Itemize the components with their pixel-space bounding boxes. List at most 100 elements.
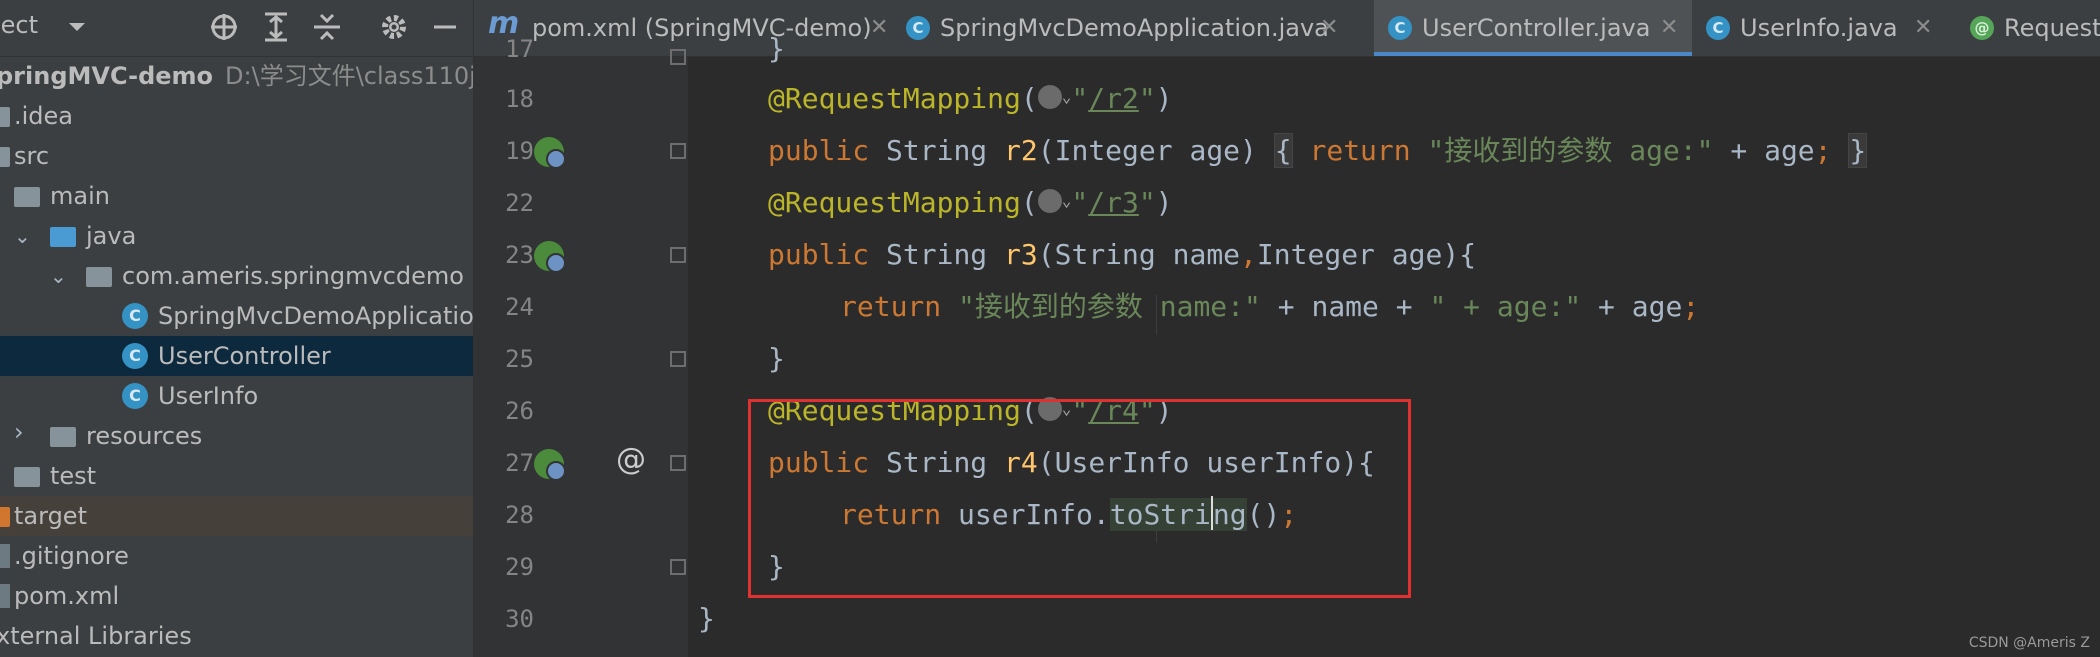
tree-item-src[interactable]: src — [0, 136, 473, 176]
tree-item-label: SpringMvcDemoApplication — [158, 302, 474, 330]
tree-item-label: resources — [86, 422, 203, 450]
chevron-down-icon[interactable]: ⌄ — [14, 216, 31, 256]
tree-item-userinfo[interactable]: C UserInfo — [0, 376, 473, 416]
collapse-all-icon[interactable] — [310, 10, 344, 44]
folder-icon — [0, 147, 10, 167]
tree-item-label: target — [14, 502, 87, 530]
fold-start-icon[interactable] — [670, 455, 686, 471]
tree-item-label: src — [14, 142, 50, 170]
project-root[interactable]: pringMVC-demo D:\学习文件\class110jav — [0, 56, 473, 96]
tree-item-label: UserController — [158, 342, 331, 370]
tree-item-springmvcdemoapplication[interactable]: C SpringMvcDemoApplication — [0, 296, 473, 336]
tree-item-label: pom.xml — [14, 582, 120, 610]
spring-web-endpoint-icon[interactable] — [534, 137, 566, 169]
minimize-icon[interactable] — [428, 10, 462, 44]
annotation-gutter-icon[interactable]: @ — [616, 442, 646, 477]
tree-item-target[interactable]: target — [0, 496, 473, 536]
globe-icon[interactable] — [1037, 189, 1062, 213]
tab-pom-xml[interactable]: m pom.xml (SpringMVC-demo) ✕ — [474, 0, 892, 56]
close-icon[interactable]: ✕ — [1320, 0, 1338, 56]
tree-item-java[interactable]: ⌄ java — [0, 216, 473, 256]
tab-usercontroller[interactable]: C UserController.java ✕ — [1374, 0, 1692, 56]
tab-label: RequestM — [2004, 14, 2100, 42]
folded-region[interactable]: } — [1848, 133, 1868, 168]
code-line-23: public String r3(String name,Integer age… — [768, 238, 1477, 271]
maven-icon — [0, 584, 10, 608]
package-icon — [86, 267, 112, 287]
spring-class-icon: C — [906, 16, 930, 40]
annotation-icon: @ — [1970, 16, 1994, 40]
code-line-30: } — [698, 602, 715, 635]
line-number: 18 — [505, 85, 534, 113]
code-line-24: return "接收到的参数 name:" + name + " + age:"… — [840, 290, 1700, 323]
code-line-17: } — [768, 32, 785, 65]
close-icon[interactable]: ✕ — [1660, 0, 1678, 56]
tree-item-label: test — [50, 462, 97, 490]
tab-userinfo[interactable]: C UserInfo.java ✕ — [1692, 0, 1942, 56]
fold-end-icon[interactable] — [670, 49, 686, 65]
folder-icon — [14, 467, 40, 487]
tree-item-package[interactable]: ⌄ com.ameris.springmvcdemo — [0, 256, 473, 296]
folder-icon — [50, 227, 76, 247]
fold-end-icon[interactable] — [670, 351, 686, 367]
mapping-link-r3[interactable]: /r3 — [1088, 186, 1139, 219]
spring-class-icon: C — [122, 303, 148, 329]
chevron-down-icon[interactable] — [60, 10, 94, 44]
line-number: 23 — [505, 241, 534, 269]
mapping-link-r2[interactable]: /r2 — [1088, 82, 1139, 115]
tab-springmvcdemoapplication[interactable]: C SpringMvcDemoApplication.java ✕ — [892, 0, 1348, 56]
tab-label: pom.xml (SpringMVC-demo) — [532, 14, 872, 42]
close-icon[interactable]: ✕ — [870, 0, 888, 56]
line-number: 25 — [505, 345, 534, 373]
tree-item-pom[interactable]: pom.xml — [0, 576, 473, 616]
spring-web-endpoint-icon[interactable] — [534, 241, 566, 273]
code-line-19: public String r2(Integer age) { return "… — [768, 133, 1868, 168]
tree-item-test[interactable]: test — [0, 456, 473, 496]
line-number: 27 — [505, 449, 534, 477]
tree-item-external-libraries[interactable]: xternal Libraries — [0, 616, 473, 656]
project-root-path: D:\学习文件\class110jav — [225, 62, 473, 90]
tree-item-main[interactable]: main — [0, 176, 473, 216]
line-number: 17 — [505, 35, 534, 63]
folded-region[interactable]: { — [1273, 133, 1293, 168]
tree-item-label: xternal Libraries — [0, 622, 192, 650]
close-icon[interactable]: ✕ — [1914, 0, 1932, 56]
tree-item-gitignore[interactable]: .gitignore — [0, 536, 473, 576]
annotation-highlight-box — [748, 399, 1411, 598]
project-root-name: pringMVC-demo — [0, 62, 214, 90]
chevron-right-icon[interactable]: › — [14, 412, 24, 452]
tree-item-usercontroller[interactable]: C UserController — [0, 336, 473, 376]
chevron-down-icon[interactable]: ⌄ — [1062, 175, 1072, 227]
watermark: CSDN @Ameris Z — [1968, 635, 2090, 651]
line-number: 24 — [505, 293, 534, 321]
chevron-down-icon[interactable]: ⌄ — [1062, 71, 1072, 123]
fold-expand-icon[interactable] — [670, 143, 686, 159]
tree-item-resources[interactable]: › resources — [0, 416, 473, 456]
tab-requestmapping[interactable]: @ RequestM — [1956, 0, 2100, 56]
fold-end-icon[interactable] — [670, 559, 686, 575]
chevron-down-icon[interactable]: ⌄ — [50, 256, 67, 296]
tab-label: UserInfo.java — [1740, 14, 1898, 42]
locate-icon[interactable] — [207, 10, 241, 44]
class-icon: C — [1706, 16, 1730, 40]
code-line-18: @RequestMapping(⌄"/r2") — [768, 73, 1173, 125]
expand-all-icon[interactable] — [259, 10, 293, 44]
project-panel: ject pringMVC-demo D:\学习文件\class110jav .i… — [0, 0, 474, 657]
class-icon: C — [1388, 16, 1412, 40]
gear-icon[interactable] — [377, 10, 411, 44]
tree-item-label: main — [50, 182, 110, 210]
line-number: 19 — [505, 137, 534, 165]
code-line-22: @RequestMapping(⌄"/r3") — [768, 177, 1173, 229]
fold-start-icon[interactable] — [670, 247, 686, 263]
tree-item-idea[interactable]: .idea — [0, 96, 473, 136]
folder-icon — [0, 107, 10, 127]
spring-web-endpoint-icon[interactable] — [534, 449, 566, 481]
line-number: 22 — [505, 189, 534, 217]
editor-gutter: 17 18 19 22 23 24 25 26 27 28 29 30 @ — [474, 35, 688, 657]
tree-item-label: com.ameris.springmvcdemo — [122, 262, 464, 290]
resources-folder-icon — [50, 427, 76, 447]
globe-icon[interactable] — [1037, 85, 1062, 109]
project-panel-title: ject — [0, 11, 39, 39]
line-number: 28 — [505, 501, 534, 529]
tree-item-label: UserInfo — [158, 382, 259, 410]
